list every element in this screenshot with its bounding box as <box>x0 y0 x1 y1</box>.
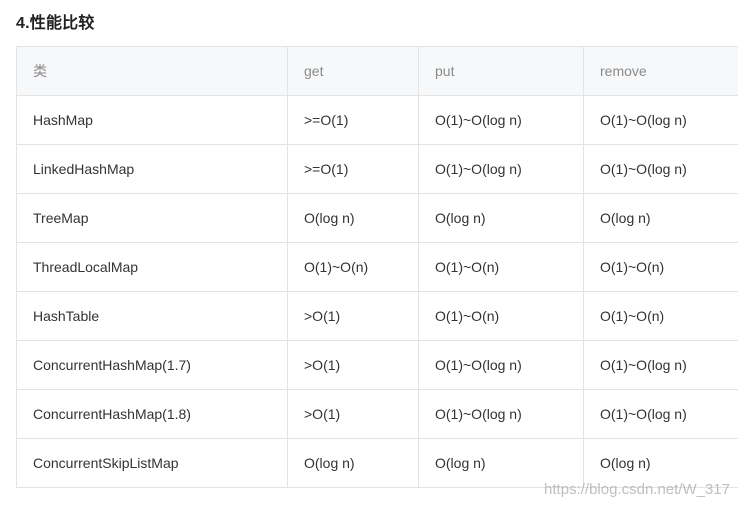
table-cell-get: O(1)~O(n) <box>287 242 419 292</box>
table-cell-class: TreeMap <box>16 193 288 243</box>
table-cell-class: HashMap <box>16 95 288 145</box>
table-cell-get: O(log n) <box>287 193 419 243</box>
table-header-row: 类 get put remove <box>16 46 738 96</box>
performance-comparison-table: 类 get put remove HashMap >=O(1) O(1)~O(l… <box>16 46 738 488</box>
table-cell-put: O(1)~O(log n) <box>418 340 584 390</box>
table-cell-get: >=O(1) <box>287 144 419 194</box>
table-cell-get: >O(1) <box>287 291 419 341</box>
table-cell-class: HashTable <box>16 291 288 341</box>
table-cell-get: >O(1) <box>287 389 419 439</box>
column-header-get: get <box>287 46 419 96</box>
column-header-put: put <box>418 46 584 96</box>
table-cell-put: O(1)~O(n) <box>418 242 584 292</box>
table-cell-get: O(log n) <box>287 438 419 488</box>
table-cell-remove: O(1)~O(log n) <box>583 389 738 439</box>
table-row: LinkedHashMap >=O(1) O(1)~O(log n) O(1)~… <box>16 144 738 194</box>
table-row: ThreadLocalMap O(1)~O(n) O(1)~O(n) O(1)~… <box>16 242 738 292</box>
table-cell-class: ConcurrentHashMap(1.8) <box>16 389 288 439</box>
table-row: ConcurrentHashMap(1.8) >O(1) O(1)~O(log … <box>16 389 738 439</box>
table-cell-class: ConcurrentHashMap(1.7) <box>16 340 288 390</box>
table-cell-put: O(1)~O(log n) <box>418 389 584 439</box>
table-cell-put: O(1)~O(n) <box>418 291 584 341</box>
table-cell-remove: O(log n) <box>583 193 738 243</box>
table-cell-remove: O(1)~O(log n) <box>583 95 738 145</box>
table-cell-remove: O(1)~O(n) <box>583 291 738 341</box>
column-header-class: 类 <box>16 46 288 96</box>
table-row: HashTable >O(1) O(1)~O(n) O(1)~O(n) <box>16 291 738 341</box>
table-cell-remove: O(1)~O(n) <box>583 242 738 292</box>
table-row: HashMap >=O(1) O(1)~O(log n) O(1)~O(log … <box>16 95 738 145</box>
table-row: ConcurrentHashMap(1.7) >O(1) O(1)~O(log … <box>16 340 738 390</box>
table-cell-class: ConcurrentSkipListMap <box>16 438 288 488</box>
article-page: 4.性能比较 类 get put remove HashMap >=O(1) O… <box>0 0 738 508</box>
column-header-remove: remove <box>583 46 738 96</box>
watermark: https://blog.csdn.net/W_317 <box>544 481 730 498</box>
table-cell-get: >O(1) <box>287 340 419 390</box>
table-cell-put: O(1)~O(log n) <box>418 95 584 145</box>
table-cell-remove: O(1)~O(log n) <box>583 340 738 390</box>
table-cell-remove: O(1)~O(log n) <box>583 144 738 194</box>
table-row: TreeMap O(log n) O(log n) O(log n) <box>16 193 738 243</box>
section-title: 4.性能比较 <box>16 15 95 32</box>
table-cell-put: O(log n) <box>418 193 584 243</box>
table-cell-class: ThreadLocalMap <box>16 242 288 292</box>
table-cell-class: LinkedHashMap <box>16 144 288 194</box>
table-cell-get: >=O(1) <box>287 95 419 145</box>
table-cell-put: O(1)~O(log n) <box>418 144 584 194</box>
